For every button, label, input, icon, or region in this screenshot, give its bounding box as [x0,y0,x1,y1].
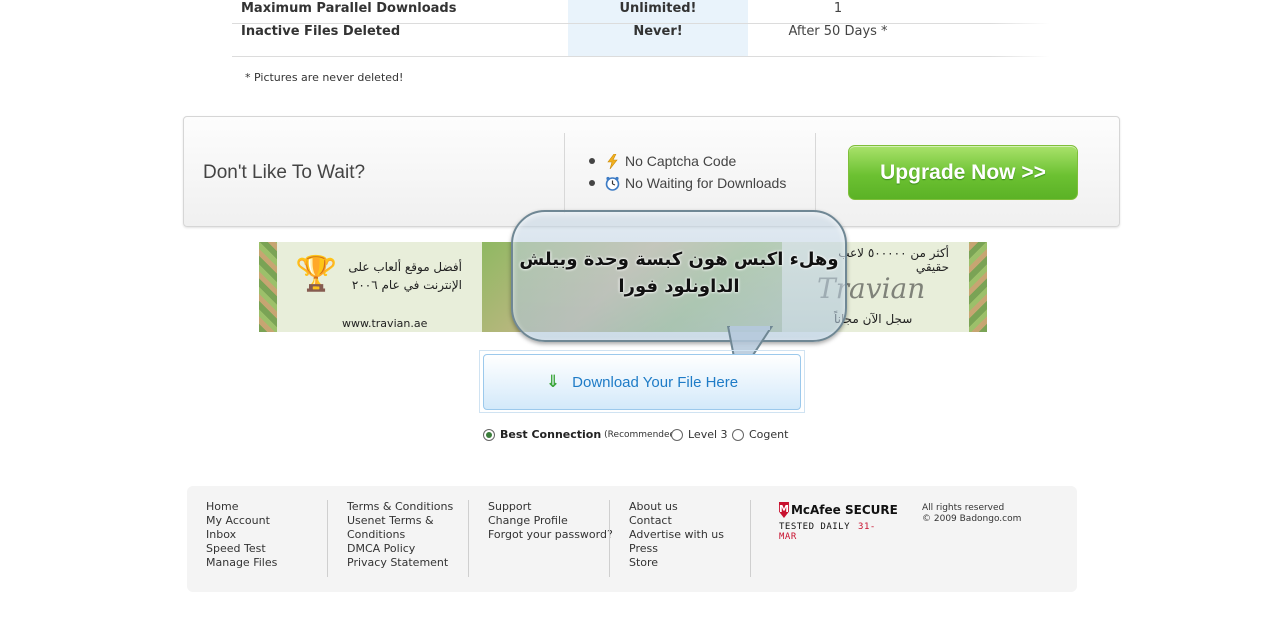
radio-icon[interactable] [671,428,683,441]
footer-link-home[interactable]: Home [206,500,277,514]
ad-url: www.travian.ae [342,317,428,330]
radio-level-3[interactable]: Level 3 [671,428,728,441]
download-button-frame: ⇓ Download Your File Here [479,350,805,413]
footer-link-press[interactable]: Press [629,542,724,556]
footer-links-account: Home My Account Inbox Speed Test Manage … [206,500,277,570]
bullet [589,158,595,164]
footer: Home My Account Inbox Speed Test Manage … [187,486,1077,592]
footer-link-support[interactable]: Support [488,500,613,514]
clock-icon [605,176,620,191]
trophy-icon: 🏆 [295,254,338,294]
footer-link-manage-files[interactable]: Manage Files [206,556,277,570]
ad-text: أفضل موقع ألعاب على الإنترنت في عام ٢٠٠٦ [348,260,462,292]
footer-link-inbox[interactable]: Inbox [206,528,277,542]
footer-link-forgot-password[interactable]: Forgot your password? [488,528,613,542]
row-label: Inactive Files Deleted [241,24,401,39]
footer-link-speed-test[interactable]: Speed Test [206,542,277,556]
feature-item: No Waiting for Downloads [589,175,786,191]
feature-item: No Captcha Code [589,153,736,169]
footer-links-company: About us Contact Advertise with us Press… [629,500,724,570]
upgrade-title: Don't Like To Wait? [203,162,366,183]
table-row: Maximum Parallel Downloads Unlimited! 1 [232,0,1050,24]
footer-link-usenet-terms[interactable]: Usenet Terms & Conditions [347,514,437,542]
footer-link-advertise[interactable]: Advertise with us [629,528,724,542]
download-button[interactable]: ⇓ Download Your File Here [483,354,801,410]
row-label: Maximum Parallel Downloads [241,1,457,16]
lightning-icon [605,153,620,169]
table-row: Inactive Files Deleted Never! After 50 D… [232,24,1050,57]
footer-link-about[interactable]: About us [629,500,724,514]
speech-bubble: وهلء اكبس هون كبسة وحدة وبيلش الداونلود … [511,210,847,342]
footer-link-terms[interactable]: Terms & Conditions [347,500,457,514]
footer-link-privacy[interactable]: Privacy Statement [347,556,457,570]
bullet [589,180,595,186]
footer-links-legal: Terms & Conditions Usenet Terms & Condit… [347,500,457,570]
footer-link-contact[interactable]: Contact [629,514,724,528]
upgrade-now-button[interactable]: Upgrade Now >> [848,145,1078,200]
radio-icon[interactable] [483,428,495,441]
footer-link-dmca[interactable]: DMCA Policy [347,542,457,556]
radio-cogent[interactable]: Cogent [732,428,788,441]
radio-icon[interactable] [732,428,744,441]
footnote: * Pictures are never deleted! [245,71,404,84]
free-value: After 50 Days * [788,24,888,39]
download-label: Download Your File Here [572,373,739,391]
premium-value: Unlimited! [568,0,748,23]
footer-link-change-profile[interactable]: Change Profile [488,514,613,528]
download-arrow-icon: ⇓ [545,372,561,392]
footer-links-support: Support Change Profile Forgot your passw… [488,500,613,542]
mcafee-secure-badge[interactable]: M McAfee SECURE TESTED DAILY 31-MAR [779,502,898,542]
copyright: All rights reserved © 2009 Badongo.com [922,503,1022,524]
premium-value: Never! [568,24,748,56]
plan-comparison-table: Maximum Parallel Downloads Unlimited! 1 … [232,0,1050,57]
mcafee-shield-icon: M [779,502,789,518]
footer-link-store[interactable]: Store [629,556,724,570]
radio-best-connection[interactable]: Best Connection (Recommended) [483,428,679,441]
bubble-text: وهلء اكبس هون كبسة وحدة وبيلش الداونلود … [519,249,839,297]
free-value: 1 [833,1,843,16]
footer-link-my-account[interactable]: My Account [206,514,277,528]
